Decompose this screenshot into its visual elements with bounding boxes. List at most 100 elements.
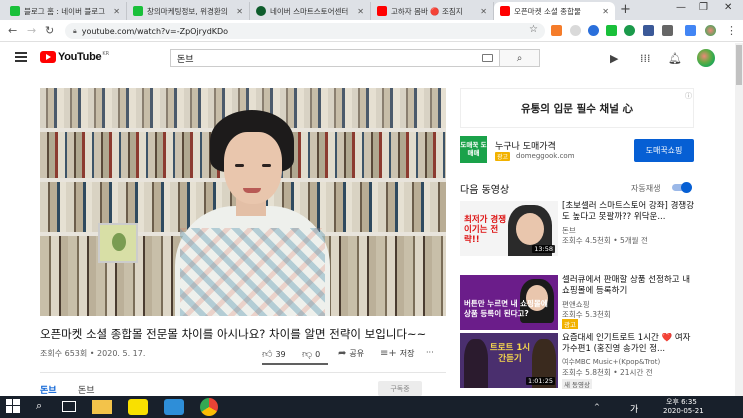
chrome-icon[interactable] xyxy=(200,398,218,416)
recommended-video[interactable]: 트로트 1시간듣기 1:01:25 요즘대세 인기트로트 1시간 ❤️ 여자가수… xyxy=(460,333,720,389)
extension-icon-blue[interactable] xyxy=(588,25,599,36)
browser-menu-icon[interactable]: ⋮ xyxy=(726,24,737,37)
ime-indicator[interactable]: 가 xyxy=(630,402,638,415)
close-icon[interactable]: ✕ xyxy=(236,7,243,16)
extension-icon-gray[interactable] xyxy=(570,25,581,36)
shirt-pattern xyxy=(180,228,325,316)
naver-icon xyxy=(10,6,20,16)
autoplay-toggle[interactable] xyxy=(672,182,692,193)
kakaotalk-icon[interactable] xyxy=(128,399,148,415)
lock-icon: 🔒︎ xyxy=(73,26,77,35)
thumbs-up-icon: 👍︎ xyxy=(262,349,273,360)
new-tab-button[interactable]: + xyxy=(620,2,631,17)
smartstore-icon xyxy=(256,6,266,16)
advertiser-logo[interactable]: 도매꾹 도매매 xyxy=(460,136,487,163)
youtube-icon xyxy=(500,6,510,16)
search-button[interactable]: ⌕ xyxy=(500,49,540,67)
recommended-video[interactable]: 버튼만 누르면 내 쇼핑몰에 상품 등록이 된다고? 셀러큐에서 판매할 상품 … xyxy=(460,275,720,331)
tab-youtube-1[interactable]: 고하자 몸바 🔴 조짐지 ✕ xyxy=(371,2,494,20)
address-bar[interactable]: 🔒︎ youtube.com/watch?v=-ZpOjrydKDo xyxy=(65,23,545,39)
ad-cta-button[interactable]: 도매꾹쇼핑 xyxy=(634,139,694,162)
like-ratio-fill xyxy=(262,363,328,365)
share-button[interactable]: ➦ 공유 xyxy=(338,348,364,359)
save-button[interactable]: ≡+ 저장 xyxy=(380,348,415,359)
task-view-icon[interactable] xyxy=(62,401,76,412)
reload-button[interactable]: ↻ xyxy=(45,24,54,37)
clock-time[interactable]: 오후 6:35 xyxy=(666,397,697,407)
channel-name[interactable]: 돈브 xyxy=(78,383,95,396)
ad-title[interactable]: 누구나 도매가격 xyxy=(495,139,556,152)
tab-marketing-blog[interactable]: 창의마케팅정보, 위경환의 ✕ xyxy=(127,2,250,20)
create-video-icon[interactable]: ▶︎ xyxy=(610,52,618,65)
recommended-title: 요즘대세 인기트로트 1시간 ❤️ 여자가수편1 (홍진영 송가인 정... xyxy=(562,333,691,354)
video-player[interactable] xyxy=(40,88,446,316)
page-scrollbar[interactable] xyxy=(735,43,743,396)
scrollbar-thumb[interactable] xyxy=(736,45,742,85)
extension-icon-orange[interactable] xyxy=(551,25,562,36)
thumbs-down-icon: 👎︎ xyxy=(302,349,313,360)
extension-icon-naver[interactable] xyxy=(606,25,617,36)
minimize-button[interactable]: — xyxy=(676,2,686,13)
video-thumbnail[interactable]: 최저가 경쟁 이기는 전략!! 13:58 xyxy=(460,201,558,256)
video-title: 오픈마켓 소셜 종합몰 전문몰 차이를 아시나요? 차이를 알면 전략이 보입니… xyxy=(40,327,427,341)
recommended-video[interactable]: 최저가 경쟁 이기는 전략!! 13:58 [초보셀러 스마트스토어 강좌] 경… xyxy=(460,201,720,257)
thumbnail-caption: 버튼만 누르면 내 쇼핑몰에 상품 등록이 된다고? xyxy=(464,299,548,318)
thumbnail-caption: 최저가 경쟁 이기는 전략!! xyxy=(464,215,507,245)
ad-info-icon[interactable]: ⓘ xyxy=(685,91,692,101)
search-icon[interactable]: ⌕ xyxy=(36,399,42,415)
playlist-add-icon: ≡+ xyxy=(380,348,397,359)
up-next-header: 다음 동영상 xyxy=(460,185,510,196)
hamburger-menu-icon[interactable] xyxy=(15,52,27,62)
tray-up-arrow-icon[interactable]: ^ xyxy=(594,403,600,411)
browser-profile-avatar[interactable] xyxy=(705,25,716,36)
bookmark-star-icon[interactable]: ☆ xyxy=(529,24,538,35)
ad-badge: 광고 xyxy=(495,152,511,161)
dislike-button[interactable]: 👎︎ 0 xyxy=(302,348,320,360)
extension-icon-reader[interactable] xyxy=(662,25,673,36)
channel-avatar-text[interactable]: 돈브 xyxy=(40,383,57,396)
extension-icon-profile-sync[interactable] xyxy=(685,25,696,36)
search-icon: ⌕ xyxy=(516,52,523,64)
extension-icon-dark-blue[interactable] xyxy=(643,25,654,36)
notifications-bell-icon[interactable]: 🔔︎ xyxy=(668,52,682,65)
window-close-button[interactable]: ✕ xyxy=(724,2,732,13)
back-button[interactable]: ← xyxy=(8,24,17,37)
forward-button[interactable]: → xyxy=(27,24,36,37)
windows-start-icon[interactable] xyxy=(6,399,20,415)
tab-naver-blog[interactable]: 블로그 홈 : 네이버 블로그 ✕ xyxy=(4,2,127,20)
search-input[interactable]: 돈브 xyxy=(170,49,500,67)
close-icon[interactable]: ✕ xyxy=(357,7,364,16)
presenter-eye xyxy=(262,164,271,167)
recommended-meta: 조회수 5.8천회 • 21시간 전 xyxy=(562,368,653,377)
extension-icon-green[interactable] xyxy=(624,25,635,36)
file-explorer-icon[interactable] xyxy=(92,400,112,414)
close-icon[interactable]: ✕ xyxy=(480,7,487,16)
divider xyxy=(40,372,446,373)
tab-youtube-active[interactable]: 오픈마켓 소셜 종합물 ✕ xyxy=(494,2,615,20)
avatar[interactable] xyxy=(697,49,715,67)
video-thumbnail[interactable]: 버튼만 누르면 내 쇼핑몰에 상품 등록이 된다고? xyxy=(460,275,558,330)
youtube-logo[interactable]: YouTube KR xyxy=(40,51,109,63)
close-icon[interactable]: ✕ xyxy=(602,7,609,16)
maximize-button[interactable]: ❐ xyxy=(699,2,708,13)
recommended-title: [초보셀러 스마트스토어 강좌] 경쟁강도 높다고 못팔까?? 위닥운... xyxy=(562,201,695,222)
app-icon-blue[interactable] xyxy=(164,399,184,415)
naver-icon xyxy=(133,6,143,16)
subscribe-button[interactable]: 구독중 xyxy=(378,381,422,396)
recommended-title: 셀러큐에서 판매할 상품 선정하고 내 쇼핑몰에 등록하기 xyxy=(562,275,691,296)
apps-grid-icon[interactable]: ⁞⁞⁞ xyxy=(640,52,651,65)
more-actions-button[interactable]: ··· xyxy=(426,348,434,357)
address-toolbar: ← → ↻ 🔒︎ youtube.com/watch?v=-ZpOjrydKDo… xyxy=(0,20,743,42)
close-icon[interactable]: ✕ xyxy=(113,7,120,16)
keyboard-icon[interactable] xyxy=(482,54,493,62)
like-button[interactable]: 👍︎ 39 xyxy=(262,348,286,360)
video-meta: 조회수 653회 • 2020. 5. 17. xyxy=(40,349,146,358)
video-thumbnail[interactable]: 트로트 1시간듣기 1:01:25 xyxy=(460,333,558,388)
youtube-header: YouTube KR 돈브 ⌕ ▶︎ ⁞⁞⁞ 🔔︎ xyxy=(0,43,735,73)
tab-smartstore[interactable]: 네이버 스마트스토어센터 ✕ xyxy=(250,2,371,20)
recommended-meta: 조회수 4.5천회 • 5개월 전 xyxy=(562,236,648,245)
wall-painting xyxy=(98,223,138,263)
ad-banner[interactable]: 유통의 입문 필수 채널 心 xyxy=(460,88,694,128)
clock-date[interactable]: 2020-05-21 xyxy=(663,407,704,415)
presenter-eye xyxy=(235,164,244,167)
